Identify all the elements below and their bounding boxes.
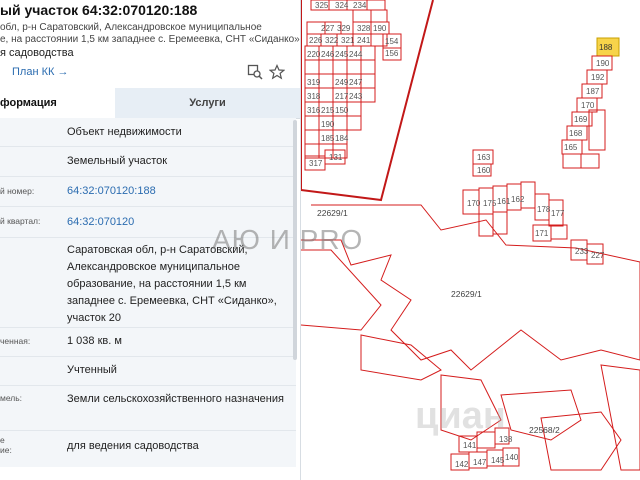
svg-text:249: 249 bbox=[335, 78, 349, 87]
svg-text:140: 140 bbox=[505, 453, 519, 462]
svg-text:234: 234 bbox=[353, 1, 367, 10]
address-summary: обл, р-н Саратовский, Александровское му… bbox=[0, 22, 301, 46]
svg-text:169: 169 bbox=[574, 115, 588, 124]
svg-text:131: 131 bbox=[329, 153, 343, 162]
svg-text:192: 192 bbox=[591, 73, 605, 82]
svg-text:147: 147 bbox=[473, 458, 487, 467]
svg-text:215: 215 bbox=[321, 106, 335, 115]
svg-text:217: 217 bbox=[335, 92, 349, 101]
watermark-text: АЮ И PRO bbox=[212, 224, 364, 255]
land-category-value: Земли сельскохозяйственного назначения bbox=[67, 393, 284, 405]
svg-text:227: 227 bbox=[591, 251, 605, 260]
watermark-logo: циан bbox=[415, 395, 506, 437]
purpose-summary: я садоводства bbox=[0, 47, 74, 59]
tab-services[interactable]: Услуги bbox=[115, 88, 300, 118]
svg-text:226: 226 bbox=[309, 36, 323, 45]
detail-label: мель: bbox=[0, 393, 23, 403]
tab-bar: формация Услуги bbox=[0, 88, 300, 119]
permitted-use-value: для ведения садоводства bbox=[67, 440, 199, 452]
svg-text:245: 245 bbox=[335, 50, 349, 59]
svg-text:319: 319 bbox=[307, 78, 321, 87]
svg-text:246: 246 bbox=[321, 50, 335, 59]
detail-label: ченная: bbox=[0, 336, 31, 346]
svg-text:145: 145 bbox=[491, 456, 505, 465]
svg-text:142: 142 bbox=[455, 460, 469, 469]
svg-text:178: 178 bbox=[537, 205, 551, 214]
zone-label: 22629/1 bbox=[317, 208, 348, 218]
detail-row: Земельный участок bbox=[0, 147, 296, 177]
svg-text:316: 316 bbox=[307, 106, 321, 115]
svg-text:184: 184 bbox=[335, 134, 349, 143]
detail-row: мель: Земли сельскохозяйственного назнач… bbox=[0, 386, 296, 431]
svg-text:154: 154 bbox=[385, 37, 399, 46]
svg-text:241: 241 bbox=[357, 36, 371, 45]
detail-row: ченная: 1 038 кв. м bbox=[0, 328, 296, 357]
svg-text:329: 329 bbox=[337, 24, 351, 33]
svg-text:162: 162 bbox=[511, 195, 525, 204]
zone-label: 22629/1 bbox=[451, 289, 482, 299]
svg-text:317: 317 bbox=[309, 159, 323, 168]
detail-row: е ие: для ведения садоводства bbox=[0, 431, 296, 467]
zone-label: 22568/2 bbox=[529, 425, 560, 435]
svg-text:325: 325 bbox=[315, 1, 329, 10]
svg-text:150: 150 bbox=[335, 106, 349, 115]
svg-text:321: 321 bbox=[341, 36, 355, 45]
svg-text:328: 328 bbox=[357, 24, 371, 33]
svg-text:190: 190 bbox=[321, 120, 335, 129]
svg-text:244: 244 bbox=[349, 50, 363, 59]
svg-text:185: 185 bbox=[321, 134, 335, 143]
svg-text:171: 171 bbox=[535, 229, 549, 238]
address-line-2: е, на расстоянии 1,5 км западнее с. Ерем… bbox=[0, 34, 301, 45]
svg-text:141: 141 bbox=[463, 441, 477, 450]
detail-row: Учтенный bbox=[0, 357, 296, 386]
detail-label: й квартал: bbox=[0, 216, 41, 226]
svg-text:220: 220 bbox=[307, 50, 321, 59]
svg-text:177: 177 bbox=[551, 209, 565, 218]
svg-text:160: 160 bbox=[477, 166, 491, 175]
svg-text:156: 156 bbox=[385, 49, 399, 58]
svg-text:161: 161 bbox=[497, 197, 511, 206]
svg-text:175: 175 bbox=[483, 199, 497, 208]
svg-text:233: 233 bbox=[575, 247, 589, 256]
tab-information[interactable]: формация bbox=[0, 88, 115, 118]
detail-label: е ие: bbox=[0, 435, 12, 455]
svg-text:227: 227 bbox=[321, 24, 335, 33]
svg-text:165: 165 bbox=[564, 143, 578, 152]
status-value: Учтенный bbox=[67, 364, 117, 376]
address-line-1: обл, р-н Саратовский, Александровское му… bbox=[0, 22, 262, 33]
detail-value: Объект недвижимости bbox=[67, 126, 182, 138]
svg-text:170: 170 bbox=[467, 199, 481, 208]
detail-row: Объект недвижимости bbox=[0, 118, 296, 147]
svg-text:324: 324 bbox=[335, 1, 349, 10]
detail-value: Земельный участок bbox=[67, 155, 168, 167]
page-title: ый участок 64:32:070120:188 bbox=[0, 2, 198, 18]
detail-row: й номер: 64:32:070120:188 bbox=[0, 177, 296, 207]
svg-text:163: 163 bbox=[477, 153, 491, 162]
svg-text:322: 322 bbox=[325, 36, 339, 45]
svg-text:170: 170 bbox=[581, 101, 595, 110]
detail-label: й номер: bbox=[0, 186, 35, 196]
selected-plot-label: 188 bbox=[599, 43, 613, 52]
property-details: Объект недвижимости Земельный участок й … bbox=[0, 118, 296, 467]
svg-text:247: 247 bbox=[349, 78, 363, 87]
plan-kk-link[interactable]: План КК → bbox=[12, 66, 68, 78]
svg-text:168: 168 bbox=[569, 129, 583, 138]
svg-text:190: 190 bbox=[373, 24, 387, 33]
svg-text:243: 243 bbox=[349, 92, 363, 101]
star-icon[interactable] bbox=[269, 64, 285, 80]
header-actions bbox=[247, 64, 285, 80]
svg-text:318: 318 bbox=[307, 92, 321, 101]
svg-text:190: 190 bbox=[596, 59, 610, 68]
cadastral-number-link[interactable]: 64:32:070120:188 bbox=[67, 183, 292, 200]
svg-text:187: 187 bbox=[586, 87, 600, 96]
zoom-to-icon[interactable] bbox=[247, 64, 263, 80]
area-value: 1 038 кв. м bbox=[67, 335, 122, 347]
